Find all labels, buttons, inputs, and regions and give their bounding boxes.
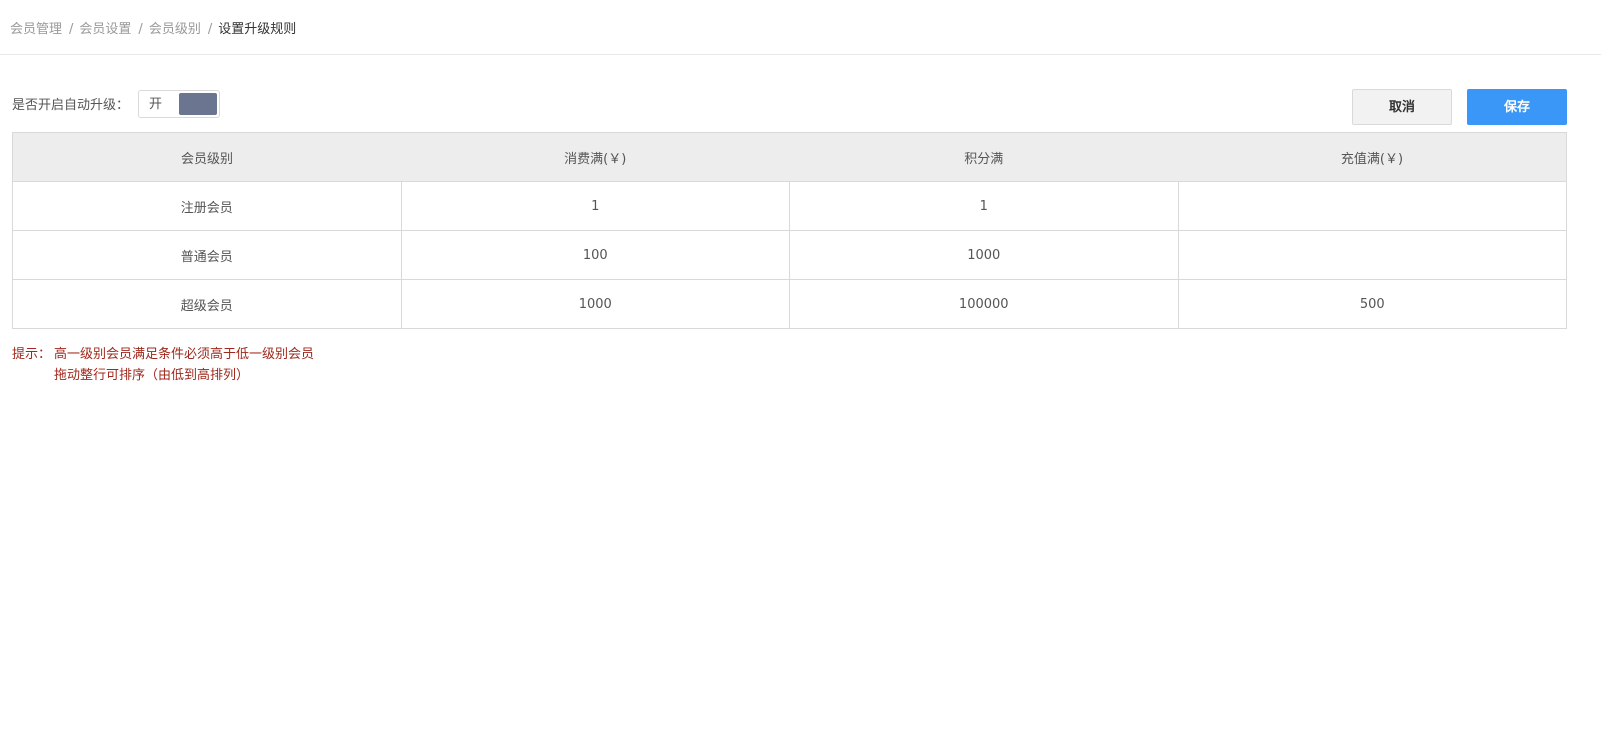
tips: 提示： 高一级别会员满足条件必须高于低一级别会员 拖动整行可排序（由低到高排列）: [12, 344, 314, 386]
breadcrumb-item-member-levels[interactable]: 会员级别: [149, 22, 201, 37]
auto-upgrade-switch[interactable]: 开: [138, 90, 220, 118]
switch-state-text: 开: [149, 97, 163, 112]
breadcrumb-separator: /: [69, 22, 74, 37]
cell-recharge-threshold[interactable]: [1177, 230, 1567, 280]
table-row[interactable]: 注册会员 1 1: [12, 181, 1567, 231]
table-header-row: 会员级别 消费满(￥) 积分满 充值满(￥): [12, 132, 1567, 182]
header-member-level: 会员级别: [12, 132, 401, 182]
header-spend-threshold: 消费满(￥): [401, 132, 790, 182]
breadcrumb-current: 设置升级规则: [218, 22, 297, 37]
cell-spend-threshold[interactable]: 1000: [400, 279, 790, 329]
cell-spend-threshold[interactable]: 100: [400, 230, 790, 280]
cell-points-threshold[interactable]: 100000: [789, 279, 1179, 329]
auto-upgrade-label: 是否开启自动升级：: [12, 98, 130, 113]
header-divider: [0, 54, 1601, 55]
breadcrumb-item-member-settings[interactable]: 会员设置: [79, 22, 131, 37]
cell-points-threshold[interactable]: 1: [789, 181, 1179, 231]
cancel-button[interactable]: 取消: [1352, 89, 1452, 125]
breadcrumb-separator: /: [207, 22, 213, 37]
tip-text: 高一级别会员满足条件必须高于低一级别会员: [54, 347, 315, 362]
header-recharge-threshold: 充值满(￥): [1178, 132, 1567, 182]
cell-spend-threshold[interactable]: 1: [400, 181, 790, 231]
cell-member-level: 注册会员: [12, 181, 402, 231]
breadcrumb-separator: /: [138, 22, 143, 37]
tip-line: 提示： 高一级别会员满足条件必须高于低一级别会员: [12, 344, 314, 365]
tip-prefix: 提示：: [12, 347, 52, 362]
tip-line: 拖动整行可排序（由低到高排列）: [12, 365, 314, 386]
table-row[interactable]: 超级会员 1000 100000 500: [12, 279, 1567, 329]
cell-recharge-threshold[interactable]: [1177, 181, 1567, 231]
breadcrumb: 会员管理 / 会员设置 / 会员级别 / 设置升级规则: [10, 20, 296, 40]
table-row[interactable]: 普通会员 100 1000: [12, 230, 1567, 280]
cell-points-threshold[interactable]: 1000: [789, 230, 1179, 280]
upgrade-rules-table: 会员级别 消费满(￥) 积分满 充值满(￥) 注册会员 1 1 普通会员 100…: [12, 132, 1567, 329]
cell-member-level: 普通会员: [12, 230, 402, 280]
cell-recharge-threshold[interactable]: 500: [1177, 279, 1567, 329]
cell-member-level: 超级会员: [12, 279, 402, 329]
tip-text: 拖动整行可排序（由低到高排列）: [54, 368, 250, 383]
save-button[interactable]: 保存: [1467, 89, 1567, 125]
header-points-threshold: 积分满: [789, 132, 1178, 182]
breadcrumb-item-member-management[interactable]: 会员管理: [10, 22, 62, 37]
switch-knob[interactable]: [179, 93, 217, 115]
